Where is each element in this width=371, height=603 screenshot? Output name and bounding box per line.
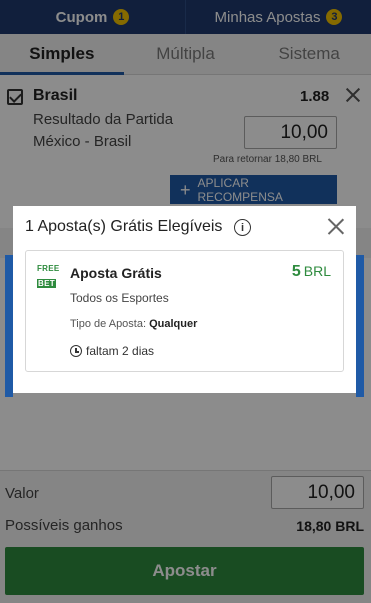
- free-bet-expiry: faltam 2 dias: [86, 344, 155, 358]
- free-bet-type: Tipo de Aposta: Qualquer: [70, 318, 197, 330]
- free-bet-card[interactable]: FREE BET Aposta Grátis 5 BRL Todos os Esp…: [25, 250, 344, 372]
- backdrop-panel-edge: [356, 255, 364, 397]
- free-bet-icon-bottom: BET: [37, 279, 56, 288]
- free-bet-amount-value: 5: [291, 263, 301, 280]
- free-bet-type-label: Tipo de Aposta:: [70, 318, 147, 330]
- modal-title: 1 Aposta(s) Grátis Elegíveis: [25, 218, 223, 235]
- modal-close-icon[interactable]: [327, 217, 345, 235]
- free-bet-title: Aposta Grátis: [70, 265, 162, 281]
- free-bet-icon-top: FREE: [37, 264, 60, 273]
- free-bet-currency: BRL: [303, 263, 331, 279]
- free-bet-amount: 5 BRL: [292, 263, 331, 281]
- info-icon[interactable]: i: [234, 219, 251, 236]
- free-bet-modal: 1 Aposta(s) Grátis Elegíveis i FREE BET …: [13, 206, 356, 393]
- backdrop-panel-edge: [5, 255, 13, 397]
- free-bet-icon: FREE BET: [37, 264, 60, 288]
- clock-icon: [70, 345, 82, 357]
- free-bet-sports: Todos os Esportes: [70, 291, 169, 305]
- free-bet-type-value: Qualquer: [149, 318, 198, 330]
